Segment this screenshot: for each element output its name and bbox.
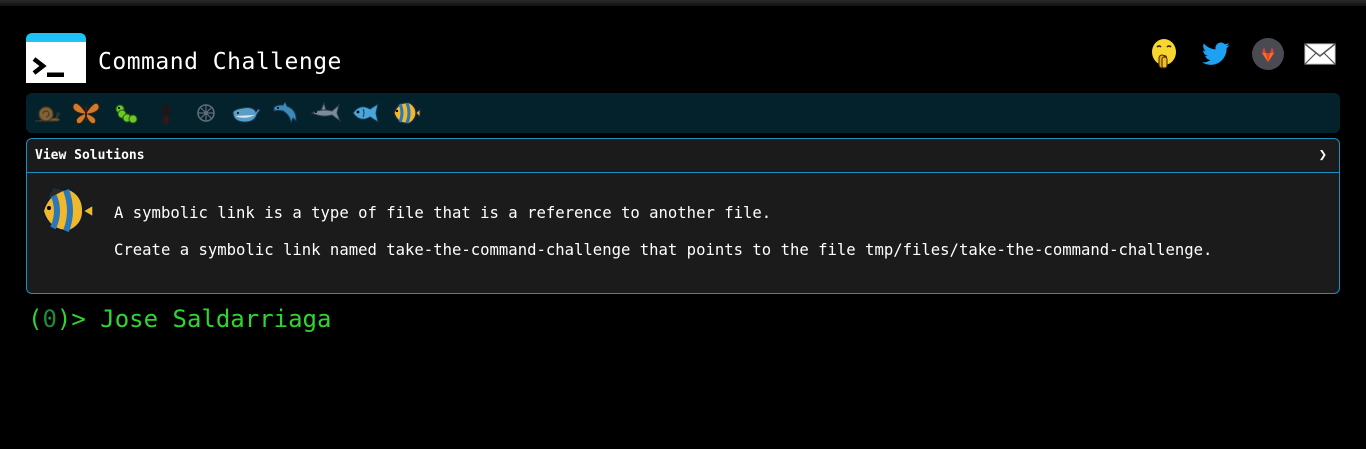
view-solutions-toggle[interactable]: View Solutions ❯ — [27, 139, 1339, 173]
level-4-ant-icon[interactable] — [149, 97, 183, 129]
window-top-border — [0, 0, 1366, 6]
shushing-face-icon[interactable] — [1147, 37, 1181, 71]
prompt-solved-count: 0 — [42, 305, 57, 333]
app-title: Command Challenge — [98, 49, 342, 75]
gitlab-icon[interactable] — [1251, 37, 1285, 71]
email-icon[interactable] — [1303, 37, 1337, 71]
header: Command Challenge — [26, 33, 1340, 83]
level-1-snail-icon[interactable] — [30, 97, 64, 129]
prompt-user-name: Jose Saldarriaga — [100, 305, 332, 333]
challenge-description-line-1: A symbolic link is a type of file that i… — [114, 204, 772, 222]
level-10-tropical-fish-icon[interactable] — [389, 97, 423, 129]
command-prompt[interactable]: (0)> Jose Saldarriaga — [28, 305, 331, 333]
levels-bar — [26, 93, 1340, 133]
level-5-wheel-icon[interactable] — [189, 97, 223, 129]
challenge-panel: View Solutions ❯ A symbolic link is a ty… — [26, 138, 1340, 294]
challenge-description-line-2: Create a symbolic link named take-the-co… — [114, 241, 1213, 259]
prompt-open-paren: ( — [28, 305, 43, 333]
tropical-fish-icon — [42, 186, 94, 233]
level-6-whale-icon[interactable] — [229, 97, 263, 129]
level-9-fish-icon[interactable] — [349, 97, 383, 129]
level-8-shark-icon[interactable] — [309, 97, 343, 129]
level-3-caterpillar-icon[interactable] — [109, 97, 143, 129]
level-7-dolphin-icon[interactable] — [269, 97, 303, 129]
chevron-right-icon[interactable]: ❯ — [1319, 147, 1327, 163]
twitter-icon[interactable] — [1199, 37, 1233, 71]
view-solutions-label[interactable]: View Solutions — [35, 148, 145, 163]
prompt-close-arrow: )> — [56, 305, 86, 333]
level-2-butterfly-icon[interactable] — [69, 97, 103, 129]
terminal-prompt-icon[interactable] — [26, 33, 86, 83]
